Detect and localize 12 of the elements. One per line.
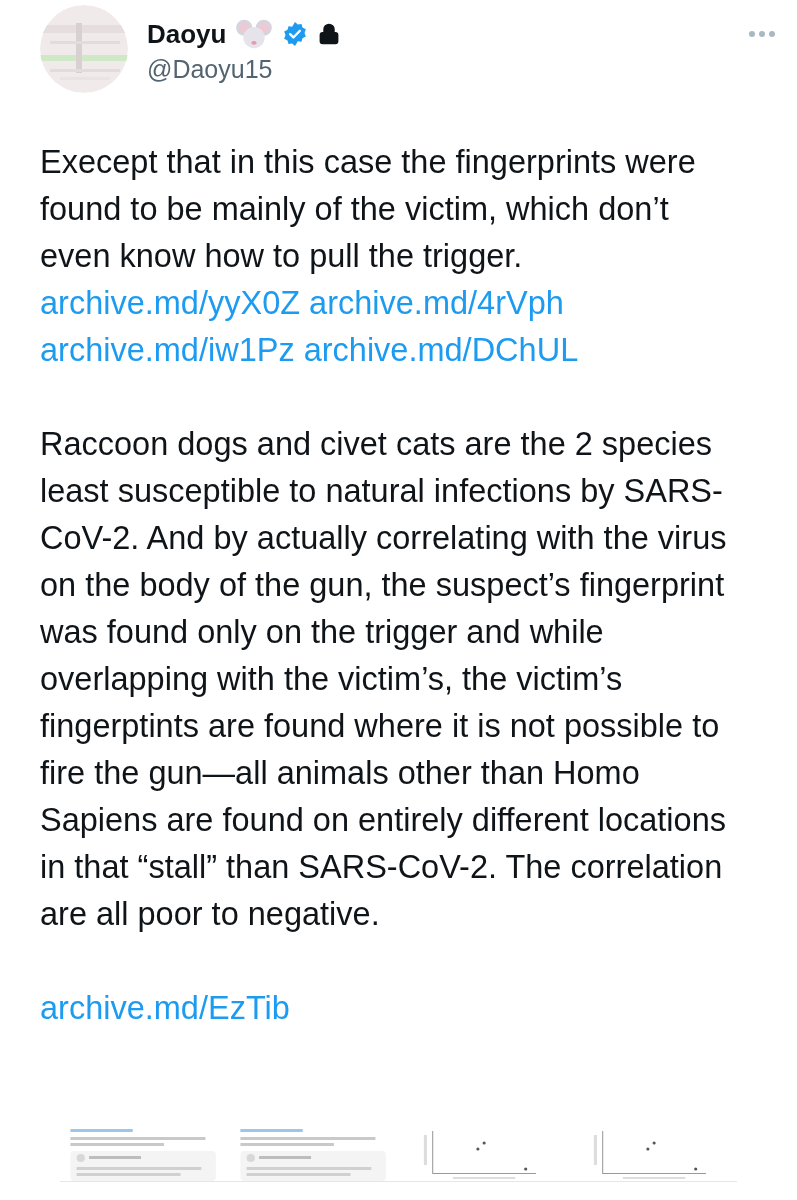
link[interactable]: archive.md/DChUL bbox=[303, 327, 579, 374]
link[interactable]: archive.md/yyX0Z bbox=[40, 280, 301, 327]
link[interactable]: archive.md/4rVph bbox=[309, 280, 564, 327]
more-options-button[interactable] bbox=[749, 31, 775, 37]
tweet-text: Raccoon dogs and civet cats are the 2 species least susceptible to natural infections by SARS-CoV-2. And by actually correlating with the virus on the body of the gun, the suspect’s fingerprint was found only on the trigger and while overlapping with the victim’s, the victim’s fingerptints are found where it is not possible to fire the gun—all animals other than Homo Sapiens are found on entirely different locations in that “stall” than SARS-CoV-2. The correlation are all poor to negative. bbox=[40, 425, 728, 934]
link[interactable]: archive.md/iw1Pz bbox=[40, 327, 295, 374]
display-name: Daoyu bbox=[147, 18, 227, 51]
tweet-text: Execept that in this case the fingerprints were found to be mainly of the victim, which don’t even know how to pull the trigger. bbox=[40, 143, 697, 276]
mouse-icon bbox=[236, 18, 273, 50]
more-options-icon bbox=[749, 31, 775, 37]
user-handle: @Daoyu15 bbox=[147, 54, 274, 85]
link[interactable]: archive.md/EzTib bbox=[40, 985, 290, 1032]
